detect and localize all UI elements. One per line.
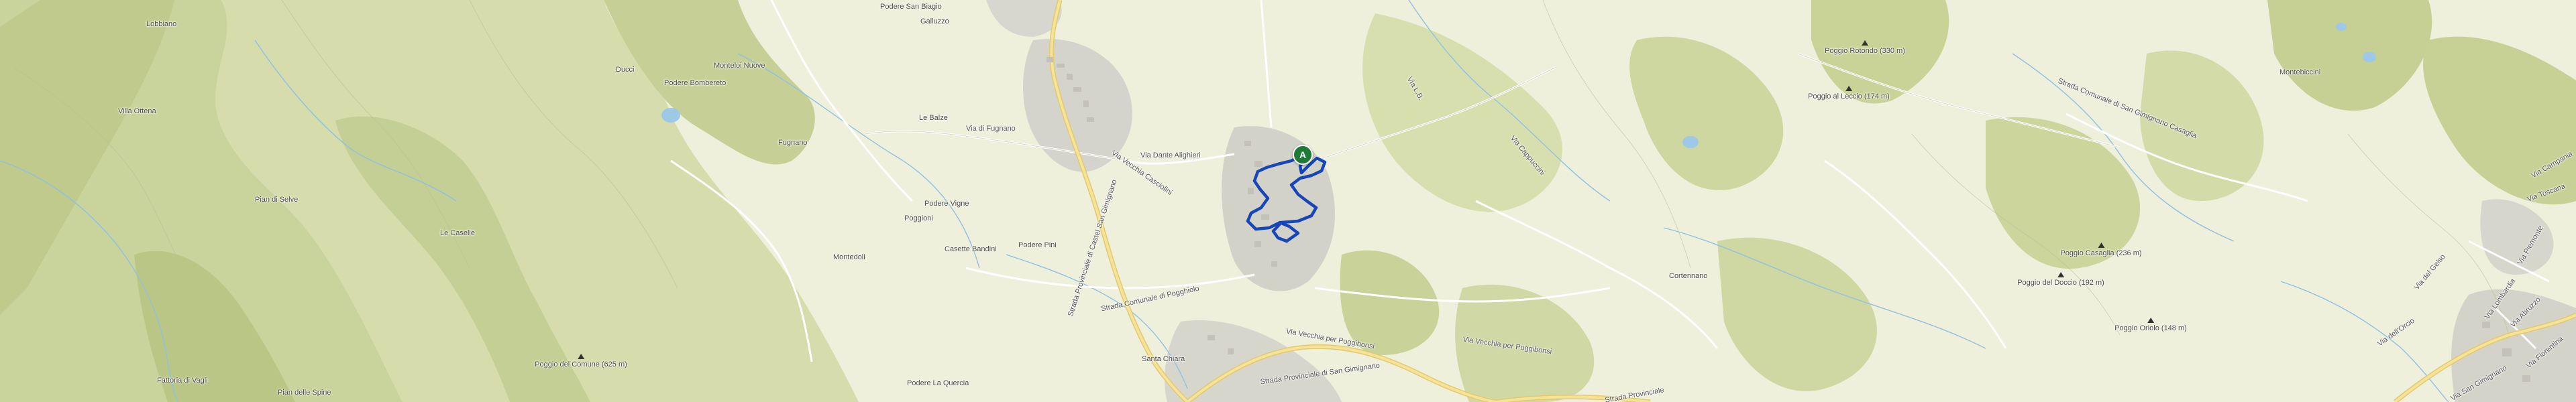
map-canvas[interactable]: A Lobbiano Podere San Biagio Galluzzo Po… xyxy=(0,0,2576,402)
place-label-podere-pini: Podere Pini xyxy=(1018,241,1057,249)
peak-icon xyxy=(2057,272,2064,277)
road-label-via-dante-alighieri: Via Dante Alighieri xyxy=(1140,151,1201,159)
place-label-pian-delle-spine: Pian delle Spine xyxy=(278,389,331,397)
peak-label-poggio-del-comune: Poggio del Comune (625 m) xyxy=(535,354,627,369)
peak-icon xyxy=(577,354,584,359)
place-label-fattoria-di-vagli: Fattoria di Vagli xyxy=(157,377,208,385)
peak-icon xyxy=(1861,40,1868,46)
peak-label-poggio-rotondo: Poggio Rotondo (330 m) xyxy=(1825,40,1905,56)
peak-label-poggio-oriolo: Poggio Oriolo (148 m) xyxy=(2114,318,2187,333)
peak-label-poggio-al-leccio: Poggio al Leccio (174 m) xyxy=(1808,86,1890,101)
place-label-pian-di-selve: Pian di Selve xyxy=(255,196,299,204)
place-label-le-balze: Le Balze xyxy=(919,114,948,122)
place-label-villa-ottena: Villa Ottena xyxy=(118,107,156,115)
route-start-marker[interactable]: A xyxy=(1293,145,1313,165)
place-label-montebiccini: Montebiccini xyxy=(2279,68,2321,76)
place-label-fugnano: Fugnano xyxy=(778,139,808,147)
place-label-casette-bandini: Casette Bandini xyxy=(945,245,997,253)
place-label-podere-vigne: Podere Vigne xyxy=(924,200,969,208)
place-label-montedoli: Montedoli xyxy=(833,253,865,261)
place-label-lobbiano: Lobbiano xyxy=(146,20,177,28)
peak-label-poggio-casaglia: Poggio Casaglia (236 m) xyxy=(2060,243,2142,258)
place-label-podere-la-quercia: Podere La Quercia xyxy=(907,379,969,387)
place-label-cortennano: Cortennano xyxy=(1669,272,1708,280)
peak-icon xyxy=(2097,243,2104,248)
peak-label-poggio-del-doccio: Poggio del Doccio (192 m) xyxy=(2017,272,2104,287)
place-label-monteloi-nuove: Monteloi Nuove xyxy=(714,62,765,70)
place-label-le-caselle: Le Caselle xyxy=(440,229,475,237)
place-label-podere-bombereto: Podere Bombereto xyxy=(664,79,727,87)
peak-icon xyxy=(2147,318,2154,323)
place-label-ducci: Ducci xyxy=(616,66,635,74)
place-label-galluzzo: Galluzzo xyxy=(920,17,949,25)
road-label-via-di-fugnano: Via di Fugnano xyxy=(966,125,1016,133)
place-label-santa-chiara: Santa Chiara xyxy=(1142,355,1185,363)
place-label-poggioni: Poggioni xyxy=(904,214,933,222)
peak-icon xyxy=(1845,86,1852,91)
place-label-podere-san-biagio: Podere San Biagio xyxy=(880,3,942,11)
map-background xyxy=(0,0,2576,402)
